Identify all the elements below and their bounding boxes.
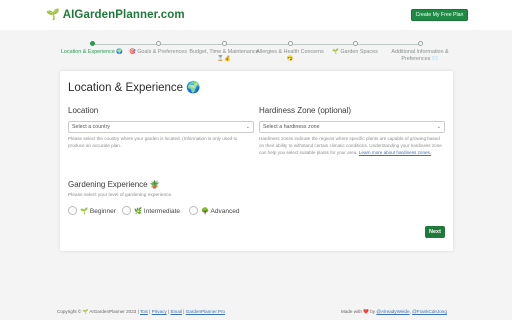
location-label: Location <box>68 106 99 115</box>
tos-link[interactable]: ToS <box>140 309 148 314</box>
step-dot <box>155 41 161 46</box>
step-label: 🌱 Garden Spaces <box>332 48 378 55</box>
step-label: Location & Experience 🌍 <box>60 48 124 55</box>
step-label: 🎯 Goals & Preferences <box>129 48 187 55</box>
intermediate-label[interactable]: 🌿 Intermediate <box>134 207 180 215</box>
experience-title: Gardening Experience 🪴 <box>68 180 160 189</box>
chevron-down-icon: ⌄ <box>436 124 441 130</box>
seedling-icon: 🌱 <box>46 9 60 21</box>
experience-help: Please select your level of gardening ex… <box>68 193 173 198</box>
beginner-label[interactable]: 🌱 Beginner <box>80 207 116 215</box>
made-with-text: Made with <box>341 309 364 314</box>
copyright-text: Copyright © 🌱 AIGardenPlanner 2023 | <box>57 309 140 314</box>
footer-copyright: Copyright © 🌱 AIGardenPlanner 2023 | ToS… <box>57 309 226 314</box>
radio-option-beginner[interactable]: 🌱 Beginner <box>68 206 116 215</box>
step-garden-spaces[interactable]: 🌱 Garden Spaces <box>319 41 391 56</box>
hardiness-select-value: Select a hardiness zone <box>263 124 320 130</box>
step-goals-preferences[interactable]: 🎯 Goals & Preferences <box>122 41 194 56</box>
country-select-value: Select a country <box>72 124 110 130</box>
privacy-link[interactable]: Privacy <box>152 309 167 314</box>
hardiness-learn-more-link[interactable]: Learn more about hardiness zones. <box>359 150 431 155</box>
author-link[interactable]: @AlreadyWeide <box>376 309 409 314</box>
radio-option-advanced[interactable]: 🌳 Advanced <box>189 206 239 215</box>
intermediate-radio[interactable] <box>122 206 131 215</box>
email-link[interactable]: Email <box>170 309 182 314</box>
step-additional-info[interactable]: Additional Information & Preferences 📨 <box>384 41 456 63</box>
step-budget-time[interactable]: Budget, Time & Maintenance ⏳💰 <box>188 41 260 63</box>
gardenplanner-pro-link[interactable]: GardenPlanner.Pro <box>186 309 225 314</box>
hardiness-help: Hardiness zones indicate the regions whe… <box>259 135 445 156</box>
step-location-experience[interactable]: Location & Experience 🌍 <box>56 41 128 56</box>
country-select[interactable]: Select a country ⌄ <box>68 121 254 133</box>
footer-credits: Made with ❤️ by @AlreadyWeide, @FrankCde… <box>341 309 447 314</box>
form-card: Location & Experience 🌍 Location Select … <box>60 71 453 251</box>
step-label: Allergies & Health Concerns 🤧 <box>256 48 324 62</box>
advanced-label[interactable]: 🌳 Advanced <box>201 207 239 215</box>
brand-name[interactable]: AIGardenPlanner.com <box>63 8 185 22</box>
advanced-radio[interactable] <box>189 206 198 215</box>
step-dot <box>89 41 95 46</box>
top-header: 🌱 AIGardenPlanner.com Create My Free Pla… <box>0 0 512 30</box>
step-dot <box>417 41 423 46</box>
brand-logo[interactable]: 🌱 AIGardenPlanner.com <box>46 8 185 22</box>
step-label: Additional Information & Preferences 📨 <box>391 48 449 62</box>
hardiness-label: Hardiness Zone (optional) <box>259 106 352 115</box>
progress-stepper: Location & Experience 🌍 🎯 Goals & Prefer… <box>0 38 512 68</box>
chevron-down-icon: ⌄ <box>245 124 250 130</box>
location-help: Please select the country where your gar… <box>68 136 238 148</box>
create-free-plan-button[interactable]: Create My Free Plan <box>411 9 468 21</box>
step-dot <box>352 41 358 46</box>
step-dot <box>221 41 227 46</box>
next-button[interactable]: Next <box>425 226 445 238</box>
step-label: Budget, Time & Maintenance ⏳💰 <box>189 48 259 62</box>
radio-option-intermediate[interactable]: 🌿 Intermediate <box>122 206 180 215</box>
card-title: Location & Experience 🌍 <box>68 82 201 94</box>
hardiness-select[interactable]: Select a hardiness zone ⌄ <box>259 121 445 133</box>
beginner-radio[interactable] <box>68 206 77 215</box>
step-dot <box>287 41 293 46</box>
step-allergies-health[interactable]: Allergies & Health Concerns 🤧 <box>254 41 326 63</box>
author-link[interactable]: @FrankCdeJong <box>412 309 447 314</box>
